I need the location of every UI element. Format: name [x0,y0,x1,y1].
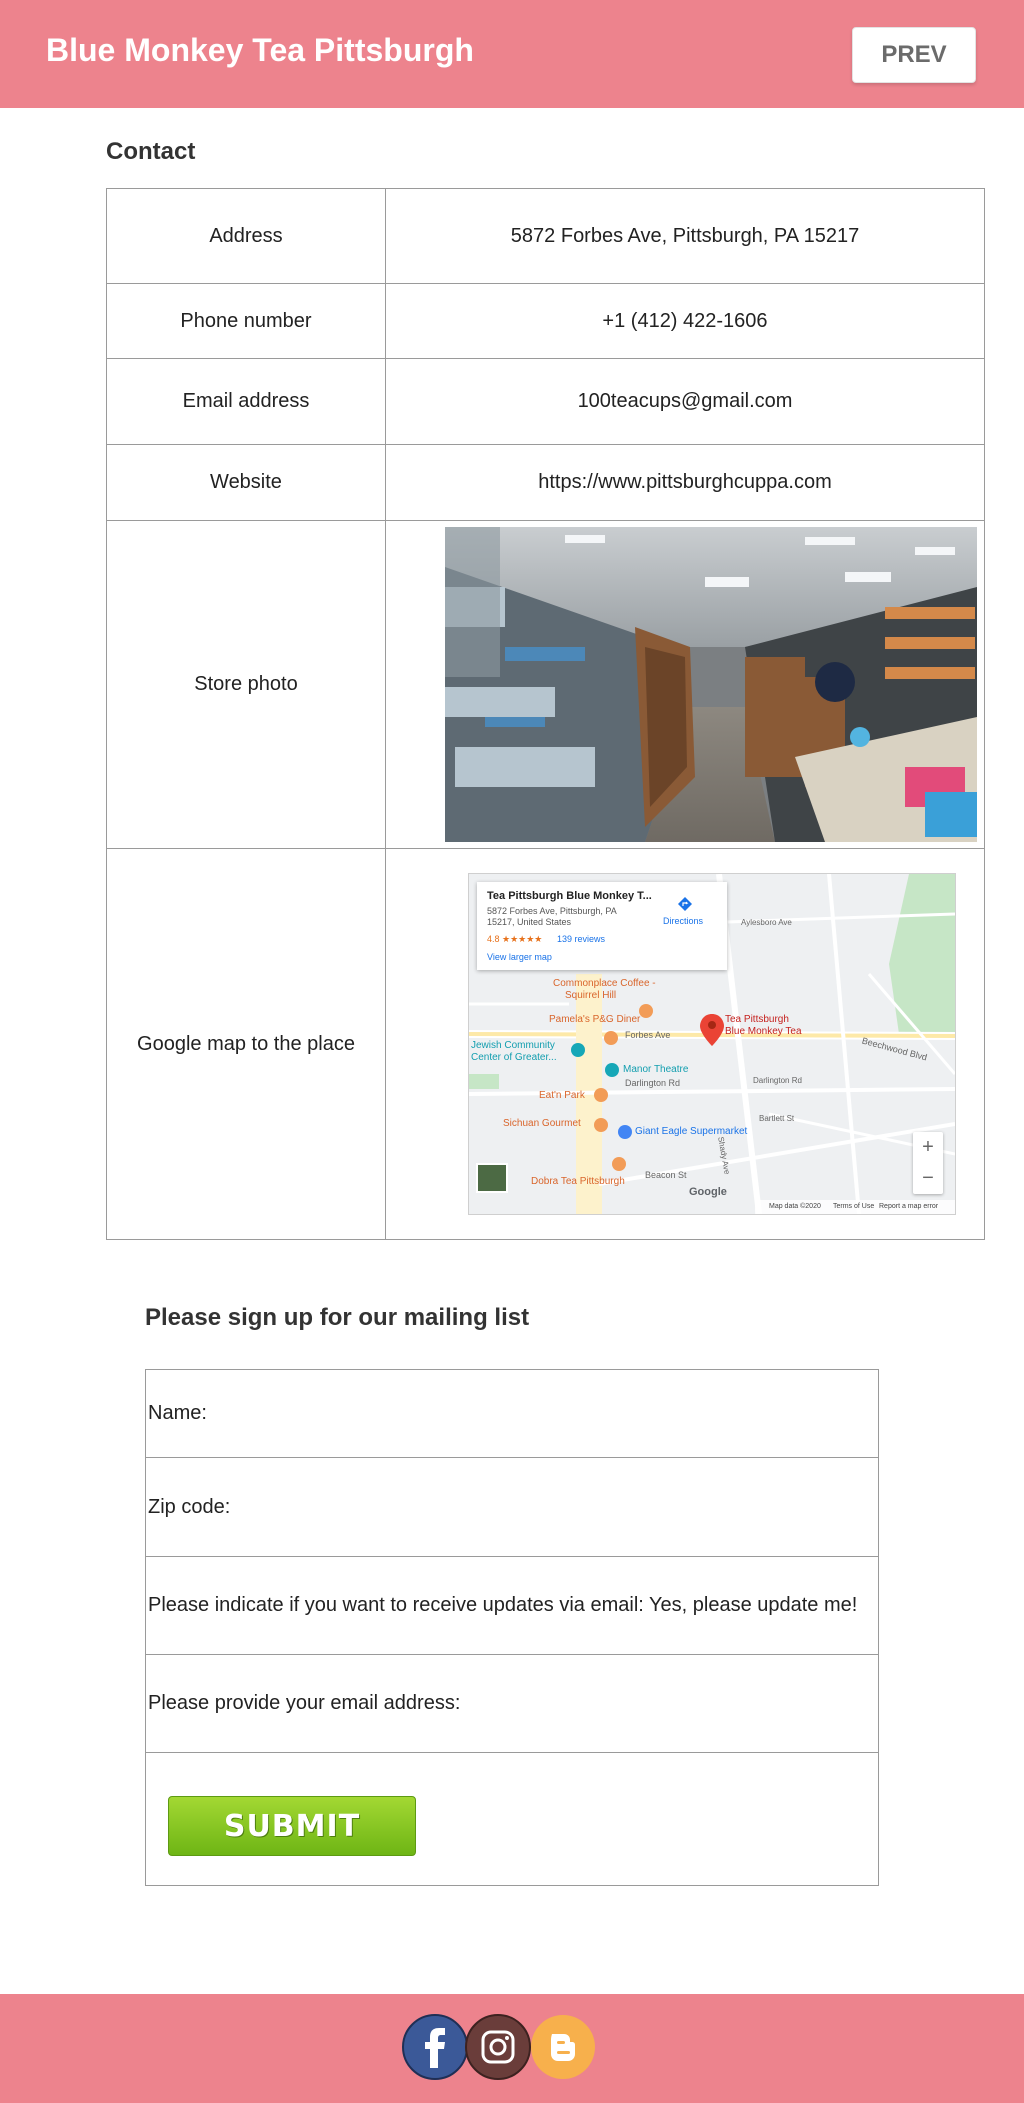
zoom-out-button[interactable]: − [913,1163,943,1194]
map-poi-label: Giant Eagle Supermarket [635,1126,748,1137]
map-poi-label: Commonplace Coffee - [553,978,656,989]
email-row[interactable]: Please provide your email address: [146,1655,878,1753]
map-report-link[interactable]: Report a map error [879,1203,938,1210]
table-row: Email address 100teacups@gmail.com [106,358,985,445]
address-label: Address [106,188,386,284]
map-place-name: Tea Pittsburgh Blue Monkey T... [487,890,652,902]
email-label: Please provide your email address: [148,1692,461,1714]
map-street-label: Aylesboro Ave [741,918,792,927]
table-row: Store photo [106,520,985,849]
facebook-link[interactable] [402,2014,468,2080]
signup-heading: Please sign up for our mailing list [145,1304,530,1331]
map-place-card: Tea Pittsburgh Blue Monkey T... 5872 For… [477,882,727,970]
map-poi-label: Jewish Community [471,1040,555,1051]
map-terms-link[interactable]: Terms of Use [833,1203,874,1210]
blogger-icon [531,2015,595,2079]
map-street-label: Forbes Ave [625,1030,671,1040]
submit-button[interactable]: SUBMIT [168,1796,416,1856]
zip-label: Zip code: [148,1496,231,1518]
contact-heading: Contact [106,138,196,165]
phone-label: Phone number [106,283,386,359]
store-photo-cell [385,520,985,849]
blogger-link[interactable] [530,2014,596,2080]
map-poi-label: Squirrel Hill [565,990,617,1001]
map-poi-label: Center of Greater... [471,1052,557,1063]
table-row: Address 5872 Forbes Ave, Pittsburgh, PA … [106,188,985,284]
directions-link[interactable]: Directions [663,916,703,926]
map-street-label: Beacon St [645,1170,687,1180]
table-row: Google map to the place Tea Pittsburgh B… [106,848,985,1240]
store-photo [445,527,977,842]
website-value: https://www.pittsburghcuppa.com [385,444,985,521]
address-value: 5872 Forbes Ave, Pittsburgh, PA 15217 [385,188,985,284]
table-row: Phone number +1 (412) 422-1606 [106,283,985,359]
signup-form: Name: Zip code: Please indicate if you w… [145,1369,879,1886]
name-row[interactable]: Name: [146,1370,878,1458]
map-footer: Map data ©2020 Terms of Use Report a map… [755,1200,955,1214]
map-poi-label: Eat'n Park [539,1090,585,1101]
table-row: Website https://www.pittsburghcuppa.com [106,444,985,521]
phone-value: +1 (412) 422-1606 [385,283,985,359]
store-interior-image [445,527,977,842]
map-pin-label: Blue Monkey Tea [725,1026,802,1037]
google-logo: Google [689,1186,727,1198]
directions-icon[interactable] [677,896,693,912]
prev-button[interactable]: PREV [852,27,976,83]
updates-label: Please indicate if you want to receive u… [148,1594,858,1616]
map-street-label: Darlington Rd [753,1076,802,1085]
zoom-in-button[interactable]: + [913,1132,943,1163]
updates-row[interactable]: Please indicate if you want to receive u… [146,1557,878,1655]
website-label: Website [106,444,386,521]
store-photo-label: Store photo [106,520,386,849]
instagram-link[interactable] [465,2014,531,2080]
contact-table: Address 5872 Forbes Ave, Pittsburgh, PA … [106,188,985,1240]
instagram-icon [465,2014,531,2080]
map-place-address: 5872 Forbes Ave, Pittsburgh, PA 15217, U… [487,906,617,927]
google-map[interactable]: Tea Pittsburgh Blue Monkey T... 5872 For… [468,873,956,1215]
facebook-icon [402,2014,468,2080]
map-data-credit: Map data ©2020 [769,1203,821,1210]
map-poi-label: Sichuan Gourmet [503,1118,581,1129]
name-label: Name: [148,1402,207,1424]
view-larger-map-link[interactable]: View larger map [487,952,552,962]
site-title: Blue Monkey Tea Pittsburgh [46,32,474,68]
map-street-label: Darlington Rd [625,1078,681,1088]
map-reviews-link[interactable]: 139 reviews [557,934,605,944]
site-footer [0,1994,1024,2103]
map-poi-label: Manor Theatre [623,1064,689,1075]
site-header: Blue Monkey Tea Pittsburgh PREV [0,0,1024,108]
zip-row[interactable]: Zip code: [146,1458,878,1557]
map-pin-label: Tea Pittsburgh [725,1014,789,1025]
map-poi-label: Pamela's P&G Diner [549,1014,641,1025]
map-cell: Tea Pittsburgh Blue Monkey T... 5872 For… [385,848,985,1240]
email-value: 100teacups@gmail.com [385,358,985,445]
map-label: Google map to the place [106,848,386,1240]
email-label: Email address [106,358,386,445]
map-street-label: Bartlett St [759,1114,795,1123]
map-rating: 4.8 ★★★★★ [487,934,543,944]
map-poi-label: Dobra Tea Pittsburgh [531,1176,625,1187]
map-zoom-control: + − [913,1132,943,1194]
